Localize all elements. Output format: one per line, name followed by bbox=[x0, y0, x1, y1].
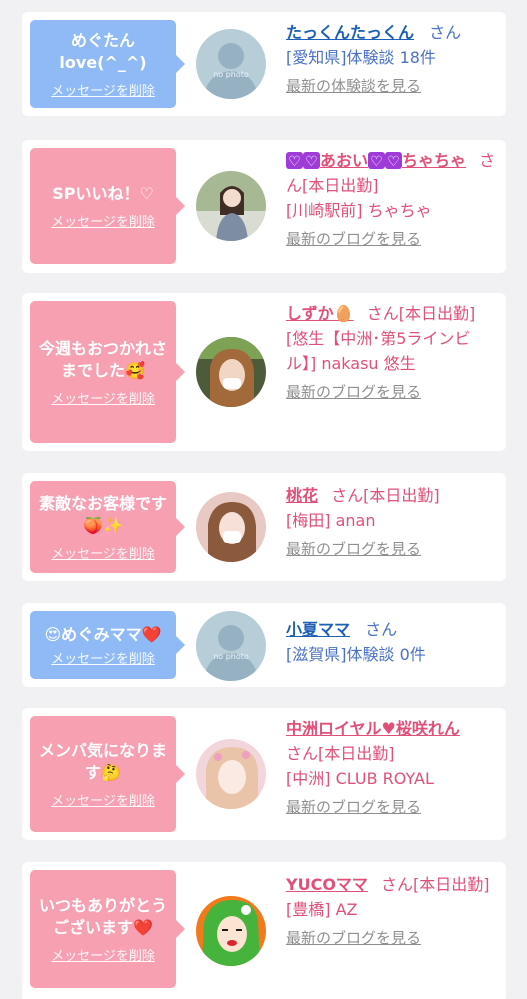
sender-suffix: さん[本日出勤] bbox=[331, 486, 440, 505]
purple-heart-icon bbox=[303, 150, 320, 175]
avatar[interactable] bbox=[196, 739, 266, 809]
delete-message-button[interactable]: メッセージを削除 bbox=[51, 211, 155, 230]
purple-heart-icon bbox=[385, 150, 403, 175]
no-photo-text: no photo bbox=[213, 70, 249, 79]
sender-details: [中洲] CLUB ROYAL bbox=[286, 769, 434, 788]
sender-info: たっくんたっくん さん [愛知県]体験談 18件 最新の体験談を見る bbox=[286, 20, 496, 99]
sender-details: [悠生【中洲･第5ラインビル】] nakasu 悠生 bbox=[286, 329, 471, 373]
message-bubble: 😍めぐみママ❤️ メッセージを削除 bbox=[30, 611, 185, 679]
avatar[interactable] bbox=[196, 337, 266, 407]
no-photo-placeholder-icon: no photo bbox=[196, 611, 266, 681]
delete-message-button[interactable]: メッセージを削除 bbox=[51, 945, 155, 964]
sender-suffix: さん[本日出勤] bbox=[366, 304, 476, 323]
sender-name-link[interactable]: 中洲ロイヤル♥桜咲れん bbox=[286, 716, 496, 741]
delete-message-button[interactable]: メッセージを削除 bbox=[51, 80, 155, 99]
message-card: 😍めぐみママ❤️ メッセージを削除 no photo 小夏ママ さん [滋賀県]… bbox=[22, 603, 506, 687]
message-card: メンバ気になります🤔 メッセージを削除 中洲ロイヤル♥桜咲れん さん[本日出勤]… bbox=[22, 708, 506, 840]
profile-photo-icon bbox=[196, 739, 266, 809]
message-bubble: いつもありがとうございます❤️ メッセージを削除 bbox=[30, 870, 185, 988]
sender-name-link[interactable]: しずか🥚 bbox=[286, 304, 354, 323]
latest-post-link[interactable]: 最新のブログを見る bbox=[286, 926, 496, 951]
sender-name-link[interactable]: 桃花 bbox=[286, 486, 318, 505]
sender-info: 中洲ロイヤル♥桜咲れん さん[本日出勤] [中洲] CLUB ROYAL 最新の… bbox=[286, 716, 496, 820]
avatar[interactable] bbox=[196, 896, 266, 966]
latest-post-link[interactable]: 最新のブログを見る bbox=[286, 537, 496, 562]
purple-heart-icon bbox=[286, 150, 303, 175]
message-text: SPいいね！♡ bbox=[52, 183, 154, 203]
message-card: SPいいね！♡ メッセージを削除 あおいちゃちゃ さん[本日出勤] [川崎駅前]… bbox=[22, 140, 506, 273]
message-text: メンバ気になります🤔 bbox=[38, 740, 167, 782]
message-card: めぐたん love(^_^) メッセージを削除 no photo たっくんたっく… bbox=[22, 12, 506, 116]
message-bubble: メンバ気になります🤔 メッセージを削除 bbox=[30, 716, 185, 832]
no-photo-placeholder-icon: no photo bbox=[196, 29, 266, 99]
sender-info: あおいちゃちゃ さん[本日出勤] [川崎駅前] ちゃちゃ 最新のブログを見る bbox=[286, 148, 496, 252]
message-bubble: 今週もおつかれさまでした🥰 メッセージを削除 bbox=[30, 301, 185, 443]
message-bubble: 素敵なお客様です🍑✨ メッセージを削除 bbox=[30, 481, 185, 573]
message-card: 今週もおつかれさまでした🥰 メッセージを削除 しずか🥚 さん[本日出勤] [悠生… bbox=[22, 293, 506, 451]
delete-message-button[interactable]: メッセージを削除 bbox=[51, 648, 155, 667]
latest-post-link[interactable]: 最新のブログを見る bbox=[286, 380, 496, 405]
sender-suffix: さん[本日出勤] bbox=[381, 875, 490, 894]
latest-post-link[interactable]: 最新のブログを見る bbox=[286, 795, 496, 820]
message-feed: めぐたん love(^_^) メッセージを削除 no photo たっくんたっく… bbox=[0, 0, 527, 999]
latest-post-link[interactable]: 最新の体験談を見る bbox=[286, 74, 496, 99]
avatar[interactable] bbox=[196, 492, 266, 562]
sender-name-link[interactable]: YUCOママ bbox=[286, 875, 368, 894]
message-text: いつもありがとうございます❤️ bbox=[38, 895, 167, 937]
latest-post-link[interactable]: 最新のブログを見る bbox=[286, 227, 496, 252]
profile-photo-icon bbox=[196, 337, 266, 407]
message-card: いつもありがとうございます❤️ メッセージを削除 YUCOママ さん[本日出勤]… bbox=[22, 862, 506, 999]
sender-info: 桃花 さん[本日出勤] [梅田] anan 最新のブログを見る bbox=[286, 483, 496, 562]
delete-message-button[interactable]: メッセージを削除 bbox=[51, 543, 155, 562]
sender-name-link[interactable]: 小夏ママ bbox=[286, 620, 350, 639]
no-photo-text: no photo bbox=[213, 652, 249, 661]
sender-suffix: さん bbox=[365, 620, 398, 639]
sender-info: YUCOママ さん[本日出勤] [豊橋] AZ 最新のブログを見る bbox=[286, 872, 496, 951]
sender-suffix: さん[本日出勤] bbox=[286, 744, 395, 763]
avatar[interactable]: no photo bbox=[196, 611, 266, 681]
sender-info: 小夏ママ さん [滋賀県]体験談 0件 bbox=[286, 617, 496, 667]
purple-heart-icon bbox=[368, 150, 386, 175]
sender-details: [梅田] anan bbox=[286, 511, 376, 530]
message-text: 素敵なお客様です🍑✨ bbox=[38, 493, 167, 535]
sender-details: [豊橋] AZ bbox=[286, 900, 358, 919]
avatar[interactable]: no photo bbox=[196, 29, 266, 99]
profile-photo-icon bbox=[196, 492, 266, 562]
sender-details: [愛知県]体験談 18件 bbox=[286, 48, 436, 67]
avatar[interactable] bbox=[196, 171, 266, 241]
message-card: 素敵なお客様です🍑✨ メッセージを削除 桃花 さん[本日出勤] [梅田] ana… bbox=[22, 473, 506, 581]
illustrated-avatar-icon bbox=[196, 896, 266, 966]
delete-message-button[interactable]: メッセージを削除 bbox=[51, 388, 155, 407]
sender-details: [川崎駅前] ちゃちゃ bbox=[286, 201, 432, 220]
message-bubble: SPいいね！♡ メッセージを削除 bbox=[30, 148, 185, 264]
sender-name-link[interactable]: たっくんたっくん bbox=[286, 23, 414, 42]
profile-photo-icon bbox=[196, 171, 266, 241]
sender-info: しずか🥚 さん[本日出勤] [悠生【中洲･第5ラインビル】] nakasu 悠生… bbox=[286, 301, 496, 405]
message-text: 😍めぐみママ❤️ bbox=[44, 624, 162, 644]
sender-suffix: さん bbox=[429, 23, 462, 42]
sender-details: [滋賀県]体験談 0件 bbox=[286, 645, 426, 664]
delete-message-button[interactable]: メッセージを削除 bbox=[51, 790, 155, 809]
message-text: めぐたん love(^_^) bbox=[59, 30, 147, 72]
sender-name-link[interactable]: あおい bbox=[320, 151, 368, 170]
message-text: 今週もおつかれさまでした🥰 bbox=[38, 338, 167, 380]
message-bubble: めぐたん love(^_^) メッセージを削除 bbox=[30, 20, 185, 108]
sender-name-tail[interactable]: ちゃちゃ bbox=[402, 151, 466, 170]
